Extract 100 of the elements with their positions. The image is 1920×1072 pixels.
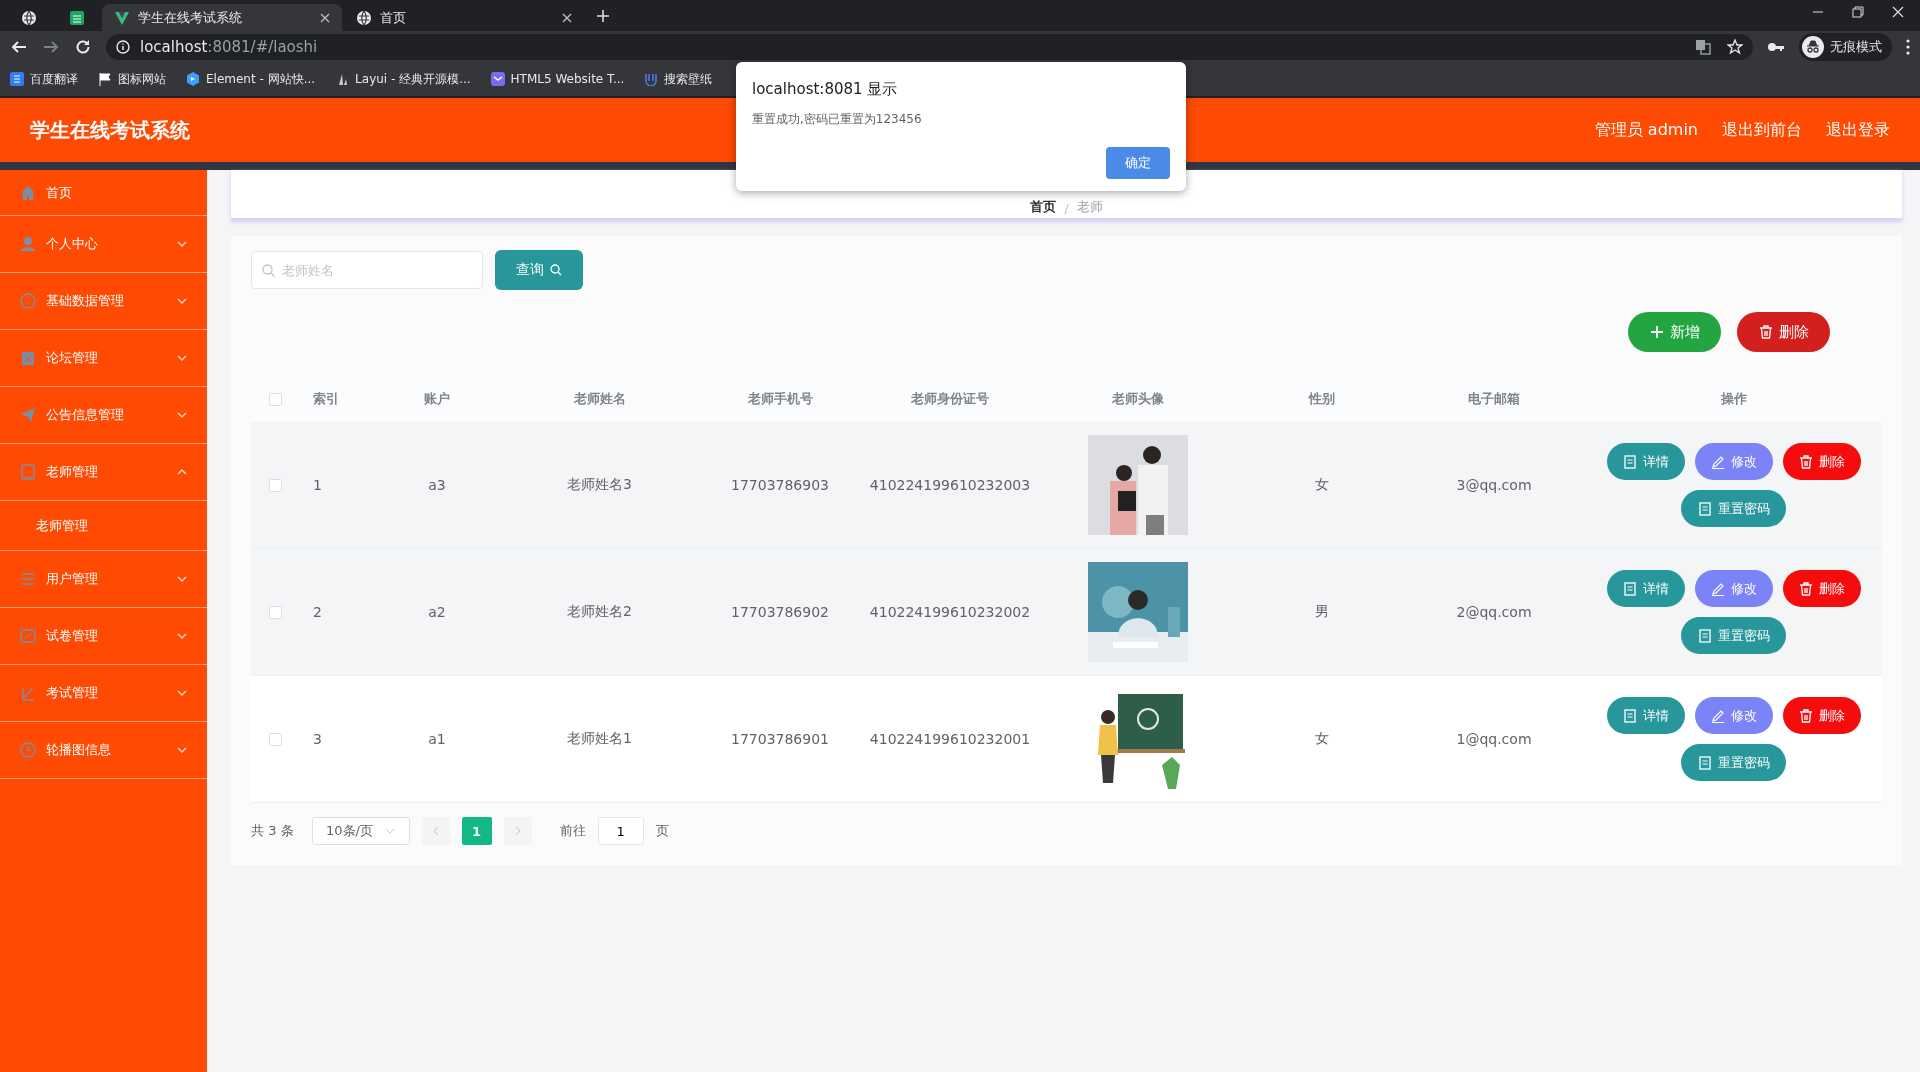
close-icon[interactable]	[1892, 6, 1904, 18]
v-logo-icon	[114, 9, 130, 26]
globe-icon	[356, 9, 372, 26]
chevron-left-icon	[432, 826, 439, 836]
delete-button[interactable]: 删除	[1782, 570, 1861, 607]
incognito-badge[interactable]: 无痕模式	[1799, 32, 1892, 61]
star-icon[interactable]	[1727, 38, 1743, 55]
delete-button[interactable]: 删除	[1782, 443, 1861, 480]
sidebar-item[interactable]: 个人中心	[0, 216, 207, 273]
row-checkbox[interactable]	[269, 478, 282, 492]
translate-icon[interactable]	[1695, 38, 1711, 55]
browser-tab[interactable]: 首页	[344, 4, 584, 31]
add-button[interactable]: 新增	[1628, 312, 1721, 352]
edit-button[interactable]: 修改	[1694, 443, 1773, 480]
menu-item-icon	[20, 464, 36, 480]
pencil-icon	[1710, 708, 1725, 723]
menu-item-icon	[20, 407, 36, 423]
detail-button[interactable]: 详情	[1606, 697, 1685, 734]
header-link[interactable]: 退出到前台	[1722, 119, 1802, 141]
header-link[interactable]: 管理员 admin	[1594, 119, 1698, 141]
tab-title: 学生在线考试系统	[138, 8, 243, 27]
sidebar-subitem[interactable]: 老师管理	[0, 501, 207, 551]
menu-item-icon	[20, 742, 36, 758]
edit-button[interactable]: 修改	[1694, 570, 1773, 607]
table-cell-text: 2	[312, 604, 323, 620]
table-cell-text: 女	[1314, 730, 1330, 748]
sidebar-item[interactable]: 基础数据管理	[0, 273, 207, 330]
bookmark-icon	[10, 72, 24, 86]
app-title: 学生在线考试系统	[30, 116, 190, 144]
address-field[interactable]: localhost:8081/#/laoshi	[106, 33, 1753, 60]
column-header: 老师姓名	[572, 390, 627, 408]
trash-icon	[1798, 708, 1813, 723]
document-icon	[1622, 581, 1637, 596]
table-cell-text: a3	[427, 477, 447, 493]
bookmark-icon	[186, 72, 200, 86]
delete-button[interactable]: 删除	[1782, 697, 1861, 734]
document-icon	[1697, 628, 1712, 643]
sidebar-item[interactable]: 论坛管理	[0, 330, 207, 387]
row-checkbox[interactable]	[269, 605, 282, 619]
restore-icon[interactable]	[1852, 6, 1864, 18]
table-cell-text: 老师姓名3	[566, 476, 633, 494]
bookmark[interactable]: 图标网站	[98, 70, 166, 88]
reset-password-button[interactable]: 重置密码	[1681, 490, 1786, 527]
select-all-checkbox[interactable]	[269, 392, 282, 406]
table-cell-text: 女	[1314, 476, 1330, 494]
detail-button[interactable]: 详情	[1606, 443, 1685, 480]
bookmark[interactable]: Element - 网站快...	[186, 70, 316, 88]
tab-title: 首页	[380, 8, 407, 27]
column-header: 索引	[312, 390, 340, 408]
row-checkbox[interactable]	[269, 732, 282, 746]
incognito-icon	[1802, 35, 1824, 58]
sidebar-item[interactable]: 公告信息管理	[0, 387, 207, 444]
breadcrumb-separator: /	[1064, 201, 1069, 216]
table-cell-text: 3	[312, 731, 323, 747]
table-cell-text: 410224199610232002	[868, 604, 1032, 620]
reload-icon[interactable]	[74, 37, 92, 56]
reset-password-button[interactable]: 重置密码	[1681, 744, 1786, 781]
bookmark[interactable]: 百度翻译	[10, 70, 78, 88]
search-field[interactable]: 老师姓名	[251, 251, 483, 289]
table-cell-text: a1	[427, 731, 447, 747]
dialog-title: localhost:8081 显示	[752, 80, 899, 99]
breadcrumb-item: 老师	[1076, 198, 1103, 216]
sidebar-item[interactable]: 试卷管理	[0, 608, 207, 665]
bookmark[interactable]: HTML5 Website T...	[490, 72, 625, 86]
column-header: 老师手机号	[746, 390, 814, 408]
bookmark[interactable]: Layui - 经典开源模...	[335, 70, 471, 88]
column-header: 性别	[1307, 390, 1336, 408]
reset-password-button[interactable]: 重置密码	[1681, 617, 1786, 654]
close-icon[interactable]	[320, 12, 330, 23]
menu-item-icon	[20, 236, 36, 252]
sidebar-item[interactable]: 老师管理	[0, 444, 207, 501]
edit-button[interactable]: 修改	[1694, 697, 1773, 734]
menu-item-icon	[20, 293, 36, 309]
more-icon[interactable]	[1906, 38, 1910, 55]
table-cell-text: 1@qq.com	[1455, 731, 1533, 747]
menu-item-icon	[20, 184, 36, 201]
page-input[interactable]: 1	[597, 817, 644, 845]
sidebar-item[interactable]: 考试管理	[0, 665, 207, 722]
page-number[interactable]: 1	[461, 817, 492, 845]
sidebar-item[interactable]: 轮播图信息	[0, 722, 207, 779]
detail-button[interactable]: 详情	[1606, 570, 1685, 607]
column-header: 账户	[423, 390, 451, 408]
total-count: 共 3 条	[251, 822, 294, 840]
bookmark[interactable]: 搜索壁纸	[644, 70, 713, 88]
incognito-label: 无痕模式	[1830, 37, 1882, 56]
browser-tab[interactable]: 学生在线考试系统	[102, 4, 342, 31]
confirm-button[interactable]: 确定	[1106, 147, 1170, 179]
header-link[interactable]: 退出登录	[1826, 119, 1890, 141]
sidebar-item[interactable]: 用户管理	[0, 551, 207, 608]
delete-button[interactable]: 删除	[1737, 312, 1830, 352]
page-size-select[interactable]: 10条/页	[311, 817, 410, 845]
table-cell-text: 17703786902	[730, 604, 830, 620]
search-icon	[262, 264, 275, 277]
sidebar-item[interactable]: 首页	[0, 170, 207, 216]
close-icon[interactable]	[562, 12, 572, 23]
document-icon	[1622, 454, 1637, 469]
table-cell-text: 老师姓名1	[566, 730, 633, 748]
key-icon[interactable]	[1767, 40, 1785, 53]
breadcrumb-item[interactable]: 首页	[1030, 198, 1057, 216]
query-button[interactable]: 查询	[495, 250, 583, 290]
